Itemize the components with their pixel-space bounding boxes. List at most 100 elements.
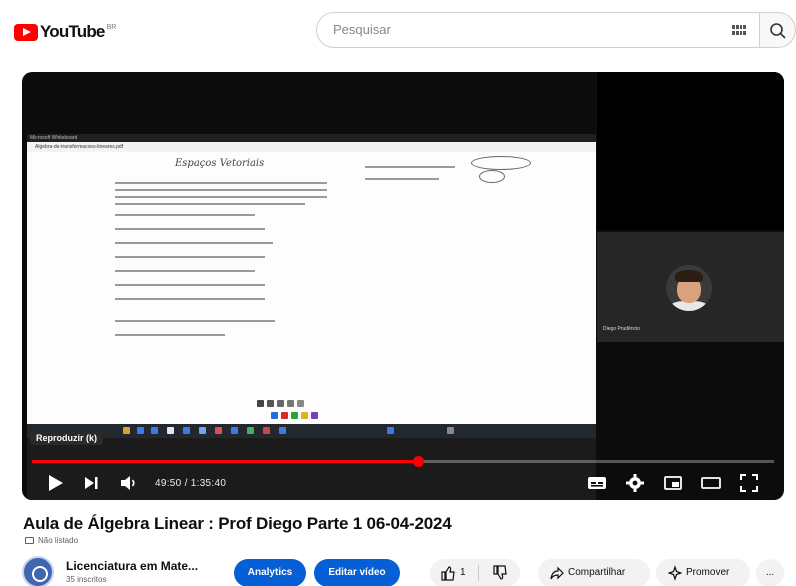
play-button[interactable]	[44, 472, 66, 494]
visibility-status: Não listado	[38, 536, 79, 545]
miniplayer-button[interactable]	[662, 472, 684, 494]
progress-scrubber[interactable]	[412, 456, 424, 467]
like-dislike-group: 1	[430, 559, 520, 586]
share-button[interactable]: Compartilhar	[538, 559, 650, 586]
progress-bar[interactable]	[32, 456, 774, 467]
promote-label: Promover	[686, 567, 730, 578]
pen-tool-icon	[297, 400, 304, 407]
color-swatch-icon	[311, 412, 318, 419]
channel-avatar[interactable]	[22, 556, 54, 586]
search-button[interactable]	[760, 12, 796, 48]
shared-screen: Microsoft Whiteboard Algebra-de-transfor…	[27, 134, 596, 500]
app-icon	[137, 427, 144, 434]
app-icon	[123, 427, 130, 434]
doc-text-line	[115, 242, 273, 244]
progress-fill	[32, 460, 418, 463]
play-icon	[49, 475, 63, 491]
participant-tile: Diego Prudêncio	[597, 232, 784, 342]
theater-icon	[701, 477, 721, 489]
analytics-button[interactable]: Analytics	[234, 559, 306, 586]
doc-text-line	[115, 214, 255, 216]
doc-text-line	[115, 320, 275, 322]
app-icon	[199, 427, 206, 434]
share-label: Compartilhar	[568, 567, 626, 578]
pen-tool-icon	[287, 400, 294, 407]
video-title: Aula de Álgebra Linear : Prof Diego Part…	[23, 514, 452, 533]
color-swatch-icon	[291, 412, 298, 419]
search-bar: Pesquisar	[316, 12, 796, 52]
browser-tab-bar: Algebra-de-transformacoes-lineares.pdf	[27, 142, 596, 152]
pen-tool-icon	[257, 400, 264, 407]
doc-text-line	[115, 298, 265, 300]
handwritten-annotation	[479, 170, 505, 183]
miniplayer-icon	[664, 476, 682, 490]
fullscreen-button[interactable]	[738, 472, 760, 494]
volume-button[interactable]	[118, 472, 140, 494]
logo-text: YouTube	[40, 22, 105, 41]
meeting-black-area	[597, 72, 784, 230]
doc-text-line	[115, 196, 327, 198]
unlisted-icon	[25, 537, 34, 544]
doc-text-line	[115, 334, 225, 336]
theater-button[interactable]	[700, 472, 722, 494]
settings-button[interactable]	[624, 472, 646, 494]
doc-text-line	[115, 270, 255, 272]
next-button[interactable]	[80, 472, 102, 494]
search-input[interactable]: Pesquisar	[316, 12, 760, 48]
promote-button[interactable]: Promover	[656, 559, 750, 586]
color-swatch-icon	[281, 412, 288, 419]
handwriting-line	[365, 166, 455, 168]
thumbs-up-icon	[441, 566, 455, 581]
app-icon	[387, 427, 394, 434]
doc-text-line	[115, 284, 265, 286]
doc-text-line	[115, 228, 265, 230]
promote-icon	[667, 559, 683, 586]
youtube-play-icon	[14, 23, 38, 41]
subscriber-count: 35 inscritos	[66, 575, 107, 584]
share-icon	[550, 559, 564, 586]
windows-taskbar	[27, 424, 596, 438]
thumbs-down-icon	[493, 565, 507, 580]
dislike-button[interactable]	[492, 559, 508, 586]
doc-text-line	[115, 256, 265, 258]
like-count: 1	[460, 567, 466, 578]
subtitles-button[interactable]	[586, 472, 608, 494]
channel-name[interactable]: Licenciatura em Mate...	[66, 559, 198, 573]
app-icon	[215, 427, 222, 434]
edit-video-button[interactable]: Editar vídeo	[314, 559, 400, 586]
doc-text-line	[115, 182, 327, 184]
pen-tool-icon	[277, 400, 284, 407]
keyboard-icon[interactable]	[732, 25, 746, 35]
time-display: 49:50 / 1:35:40	[155, 478, 227, 489]
more-actions-button[interactable]: ...	[756, 559, 784, 586]
app-icon	[183, 427, 190, 434]
participant-name: Diego Prudêncio	[603, 326, 640, 332]
gear-icon	[626, 474, 644, 492]
doc-heading: Espaços Vetoriais	[175, 158, 265, 169]
app-icon	[167, 427, 174, 434]
color-swatch-icon	[301, 412, 308, 419]
youtube-logo[interactable]: YouTube BR	[14, 22, 116, 42]
video-player[interactable]: Microsoft Whiteboard Algebra-de-transfor…	[22, 72, 784, 500]
doc-text-line	[115, 203, 305, 205]
app-icon	[151, 427, 158, 434]
like-divider	[478, 565, 479, 581]
participant-avatar	[666, 265, 712, 311]
pen-toolbar	[257, 400, 367, 426]
handwriting-line	[365, 178, 439, 180]
like-button[interactable]	[440, 559, 456, 586]
color-swatch-icon	[271, 412, 278, 419]
handwritten-annotation	[471, 156, 531, 170]
app-icon	[247, 427, 254, 434]
doc-text-line	[115, 189, 327, 191]
pdf-page: Espaços Vetoriais	[27, 152, 596, 424]
logo-region: BR	[106, 23, 117, 31]
search-icon	[770, 23, 786, 39]
app-icon	[231, 427, 238, 434]
fullscreen-icon	[740, 474, 758, 492]
pen-tool-icon	[267, 400, 274, 407]
subtitles-icon	[588, 477, 606, 489]
masthead: YouTube BR Pesquisar	[0, 0, 796, 62]
app-icon	[279, 427, 286, 434]
play-tooltip: Reproduzir (k)	[30, 431, 104, 445]
